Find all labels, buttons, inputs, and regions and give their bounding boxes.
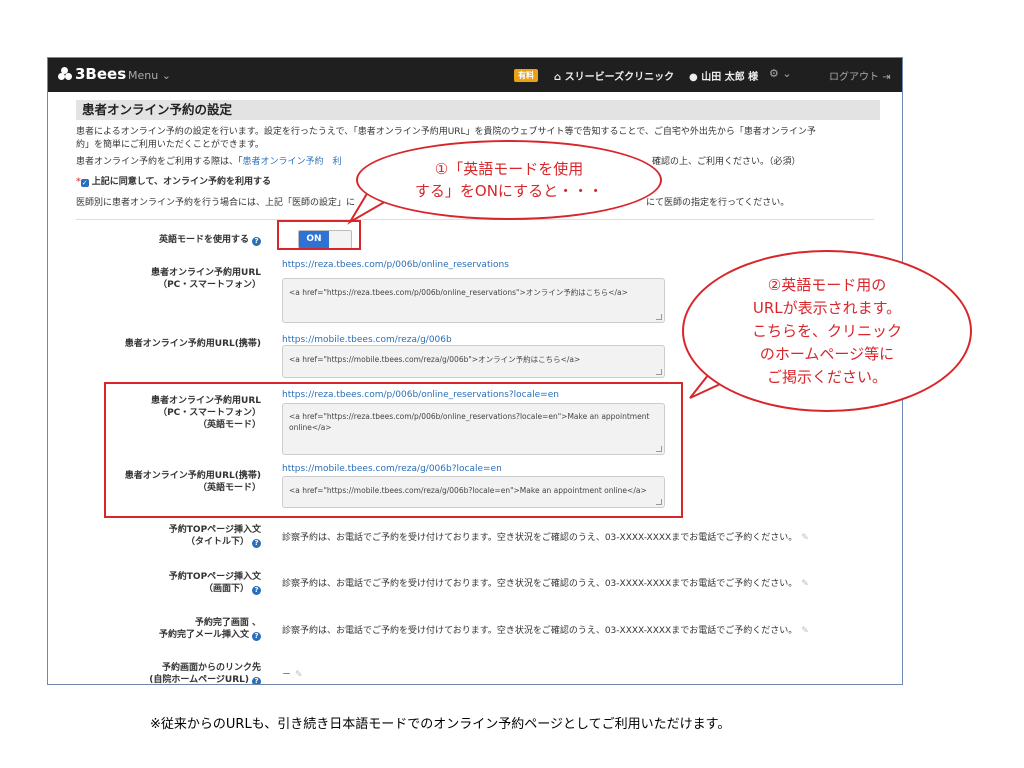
user-menu[interactable]: ● 山田 太郎 様 xyxy=(689,68,758,83)
english-urls-highlight-box xyxy=(104,382,683,518)
page-title: 患者オンライン予約の設定 xyxy=(76,100,880,120)
mobile-url-link[interactable]: https://mobile.tbees.com/reza/g/006b xyxy=(282,335,452,345)
callout-two: ②英語モード用の URLが表示されます。 こちらを、クリニック のホームページ等… xyxy=(682,250,972,412)
help-icon[interactable]: ? xyxy=(252,237,261,246)
help-icon[interactable]: ? xyxy=(252,632,261,641)
logout-icon: ⇥ xyxy=(882,72,891,83)
complete-insert-value: 診察予約は、お電話でご予約を受け付けております。空き状況をご確認のうえ、03-X… xyxy=(282,626,809,636)
logout-label: ログアウト xyxy=(829,72,879,83)
divider xyxy=(76,219,874,220)
bees-logo-icon xyxy=(58,67,72,81)
top-navbar: 3Bees Menu ⌄ 有料 ⌂ スリービーズクリニック ● 山田 太郎 様 … xyxy=(48,58,902,92)
gear-icon: ⚙ xyxy=(769,67,779,80)
clinic-name: スリービーズクリニック xyxy=(564,72,675,83)
clinic-link[interactable]: ⌂ スリービーズクリニック xyxy=(554,68,674,83)
caret-down-icon: ⌄ xyxy=(782,67,792,80)
help-icon[interactable]: ? xyxy=(252,586,261,595)
policy-link[interactable]: 患者オンライン予約 利 xyxy=(243,157,342,167)
homepage-link-label: 予約画面からのリンク先 (自院ホームページURL)? xyxy=(149,663,261,685)
home-icon: ⌂ xyxy=(554,72,562,83)
help-icon[interactable]: ? xyxy=(252,539,261,548)
brand-name: 3Bees xyxy=(75,65,127,83)
homepage-link-value: － ✎ xyxy=(282,670,303,680)
pc-url-label: 患者オンライン予約用URL （PC・スマートフォン） xyxy=(151,268,261,290)
edit-icon[interactable]: ✎ xyxy=(801,533,809,543)
complete-insert-label: 予約完了画面 、予約完了メール挿入文? xyxy=(158,618,261,641)
caret-down-icon: ⌄ xyxy=(161,69,171,82)
mobile-url-label: 患者オンライン予約用URL(携帯) xyxy=(124,339,261,349)
edit-icon[interactable]: ✎ xyxy=(295,670,303,680)
toggle-highlight-box xyxy=(277,220,361,250)
mobile-embed-code-textarea[interactable]: <a href="https://mobile.tbees.com/reza/g… xyxy=(282,345,665,378)
menu-label: Menu xyxy=(128,69,159,82)
pc-url-link[interactable]: https://reza.tbees.com/p/006b/online_res… xyxy=(282,260,509,270)
menu-dropdown[interactable]: Menu ⌄ xyxy=(128,69,171,82)
plan-badge: 有料 xyxy=(514,69,538,82)
pc-embed-code-textarea[interactable]: <a href="https://reza.tbees.com/p/006b/o… xyxy=(282,278,665,323)
top-title-insert-label: 予約TOPページ挿入文 （タイトル下）? xyxy=(168,525,261,548)
top-title-insert-value: 診察予約は、お電話でご予約を受け付けております。空き状況をご確認のうえ、03-X… xyxy=(282,533,809,543)
user-name: 山田 太郎 様 xyxy=(701,72,759,83)
edit-icon[interactable]: ✎ xyxy=(801,579,809,589)
edit-icon[interactable]: ✎ xyxy=(801,626,809,636)
agree-label: 上記に同意して、オンライン予約を利用する xyxy=(91,177,271,187)
user-icon: ● xyxy=(689,72,698,83)
top-bottom-insert-label: 予約TOPページ挿入文 （画面下）? xyxy=(168,572,261,595)
brand-logo[interactable]: 3Bees xyxy=(58,65,126,83)
logout-button[interactable]: ログアウト ⇥ xyxy=(829,68,891,83)
top-bottom-insert-value: 診察予約は、お電話でご予約を受け付けております。空き状況をご確認のうえ、03-X… xyxy=(282,579,809,589)
agree-checkbox[interactable]: ✓ xyxy=(80,179,89,187)
settings-dropdown[interactable]: ⚙ ⌄ xyxy=(769,67,792,80)
english-mode-label: 英語モードを使用する? xyxy=(48,234,261,246)
help-icon[interactable]: ? xyxy=(252,677,261,684)
callout-one: ①「英語モードを使用 する」をONにすると・・・ xyxy=(356,140,662,220)
footnote: ※従来からのURLも、引き続き日本語モードでのオンライン予約ページとしてご利用い… xyxy=(150,717,731,732)
